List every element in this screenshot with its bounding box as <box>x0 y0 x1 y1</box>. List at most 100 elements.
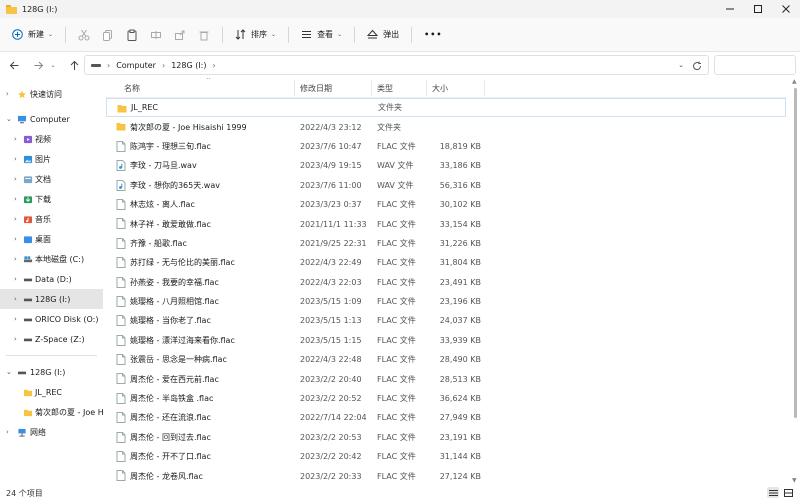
sidebar-item-data-d[interactable]: › Data (D:) <box>0 269 103 289</box>
column-header-size[interactable]: 大小 <box>432 83 448 94</box>
recent-locations-button[interactable]: ⌄ <box>48 55 58 75</box>
file-icon <box>116 218 126 230</box>
column-header-date[interactable]: 修改日期 <box>300 83 332 94</box>
file-row[interactable]: 周杰伦 - 开不了口.flac 2023/2/2 20:42 FLAC 文件 31,1… <box>106 447 786 466</box>
breadcrumb-drive[interactable]: 128G (I:) <box>171 61 206 70</box>
cut-button[interactable] <box>72 22 96 48</box>
file-name: 菊次郎の夏 - Joe Hisaishi 1999 <box>130 122 247 132</box>
file-row[interactable]: 孙燕姿 - 我要的幸福.flac 2022/4/3 22:03 FLAC 文件 23,… <box>106 273 786 292</box>
file-name: 周杰伦 - 龙卷风.flac <box>130 471 203 481</box>
search-input[interactable] <box>714 55 796 75</box>
eject-icon <box>367 29 379 39</box>
column-divider[interactable] <box>426 80 427 96</box>
file-row[interactable]: 周杰伦 - 还在流浪.flac 2022/7/14 22:04 FLAC 文件 27,… <box>106 408 786 427</box>
sidebar-item-label: 图片 <box>35 154 51 164</box>
file-row[interactable]: 姚璎格 - 漂洋过海来看你.flac 2023/5/15 1:15 FLAC 文件 3… <box>106 331 786 350</box>
file-row[interactable]: 菊次郎の夏 - Joe Hisaishi 1999 2022/4/3 23:12 文… <box>106 117 786 136</box>
sidebar-item-documents[interactable]: › 文档 <box>0 169 103 189</box>
sidebar-item-quick-access[interactable]: › 快速访问 <box>0 84 103 104</box>
column-header-name[interactable]: 名称 <box>124 83 140 94</box>
file-name: 周杰伦 - 回到过去.flac <box>130 432 211 442</box>
music-icon <box>23 215 33 223</box>
view-button[interactable]: 查看 ⌄ <box>295 22 348 48</box>
sort-button[interactable]: 排序 ⌄ <box>229 22 282 48</box>
file-row[interactable]: 林志炫 - 离人.flac 2023/3/23 0:37 FLAC 文件 30,102… <box>106 195 786 214</box>
sidebar-item-local-disk-c[interactable]: › 本地磁盘 (C:) <box>0 249 103 269</box>
details-view-button[interactable] <box>767 487 779 498</box>
file-row[interactable]: 林子祥 - 敢爱敢做.flac 2021/11/1 11:33 FLAC 文件 33,… <box>106 214 786 233</box>
vertical-scrollbar[interactable]: ▲ ▼ <box>792 78 798 484</box>
back-button[interactable] <box>4 55 24 75</box>
minimize-button[interactable] <box>716 0 744 18</box>
computer-icon <box>17 115 27 123</box>
file-name: 李玟 - 想你的365天.wav <box>130 180 220 190</box>
sidebar-item-downloads[interactable]: › 下载 <box>0 189 103 209</box>
sidebar-item-drive-128g[interactable]: ⌄ 128G (I:) <box>0 362 103 382</box>
sidebar-item-computer[interactable]: ⌄ Computer <box>0 109 103 129</box>
rename-button[interactable] <box>144 22 168 48</box>
column-divider[interactable] <box>371 80 372 96</box>
file-row[interactable]: 陈鸿宇 - 理想三旬.flac 2023/7/6 10:47 FLAC 文件 18,8… <box>106 137 786 156</box>
sidebar-item-videos[interactable]: › 视频 <box>0 129 103 149</box>
sidebar-item-128g-i[interactable]: › 128G (I:) <box>0 289 103 309</box>
refresh-button[interactable] <box>690 59 704 73</box>
tiles-view-button[interactable] <box>782 487 794 498</box>
delete-button[interactable] <box>192 22 216 48</box>
maximize-button[interactable] <box>744 0 772 18</box>
file-date: 2023/2/2 20:42 <box>300 452 362 462</box>
file-row[interactable]: 周杰伦 - 爱在西元前.flac 2023/2/2 20:40 FLAC 文件 28,… <box>106 369 786 388</box>
eject-button[interactable]: 弹出 <box>361 22 405 48</box>
file-row[interactable]: 张震岳 - 思念是一种病.flac 2022/4/3 22:48 FLAC 文件 28… <box>106 350 786 369</box>
scrollbar-thumb[interactable] <box>794 88 797 418</box>
column-header-type[interactable]: 类型 <box>377 83 393 94</box>
sidebar-item-orico-o[interactable]: › ORICO Disk (O:) <box>0 309 103 329</box>
more-options-button[interactable]: ••• <box>418 22 448 48</box>
file-row[interactable]: 齐豫 - 船歌.flac 2021/9/25 22:31 FLAC 文件 31,226… <box>106 234 786 253</box>
file-date: 2023/2/2 20:53 <box>300 432 362 442</box>
chevron-down-icon: ⌄ <box>337 31 343 38</box>
up-button[interactable] <box>64 55 84 75</box>
breadcrumb-computer[interactable]: Computer <box>116 61 156 70</box>
address-dropdown-button[interactable]: ⌄ <box>678 61 684 69</box>
file-size: 28,513 KB <box>439 374 481 384</box>
file-date: 2022/4/3 23:12 <box>300 122 362 132</box>
navigation-pane: › 快速访问 ⌄ Computer › 视频 › 图片 › 文档 › 下载 › … <box>0 84 103 484</box>
audio-file-icon <box>116 179 126 191</box>
toolbar-divider <box>222 26 224 43</box>
file-date: 2022/4/3 22:49 <box>300 258 362 268</box>
file-row[interactable]: 周杰伦 - 回到过去.flac 2023/2/2 20:53 FLAC 文件 23,1… <box>106 428 786 447</box>
file-date: 2023/3/23 0:37 <box>300 200 362 210</box>
sidebar-item-joe-hisaishi-folder[interactable]: 菊次郎の夏 - Joe Hisaishi 1999 <box>0 402 103 422</box>
new-button[interactable]: 新建 ⌄ <box>6 22 59 48</box>
scroll-up-icon[interactable]: ▲ <box>792 78 797 85</box>
file-row[interactable]: 苏打绿 - 无与伦比的美丽.flac 2022/4/3 22:49 FLAC 文件 3… <box>106 253 786 272</box>
file-row[interactable]: 姚璎格 - 八月照相馆.flac 2023/5/15 1:09 FLAC 文件 23,… <box>106 292 786 311</box>
sidebar-item-z-space[interactable]: › Z-Space (Z:) <box>0 329 103 349</box>
sidebar-item-desktop[interactable]: › 桌面 <box>0 229 103 249</box>
close-button[interactable] <box>772 0 800 18</box>
file-row[interactable]: 周杰伦 - 半岛铁盒 .flac 2023/2/2 20:52 FLAC 文件 36,… <box>106 389 786 408</box>
chevron-right-icon: › <box>14 135 17 143</box>
sidebar-item-music[interactable]: › 音乐 <box>0 209 103 229</box>
column-divider[interactable] <box>294 80 295 96</box>
sidebar-item-jl-rec[interactable]: JL_REC <box>0 382 103 402</box>
scroll-down-icon[interactable]: ▼ <box>792 477 797 484</box>
file-row[interactable]: 周杰伦 - 龙卷风.flac 2023/2/2 20:33 FLAC 文件 27,12… <box>106 466 786 484</box>
file-row[interactable]: 姚璎格 - 当你老了.flac 2023/5/15 1:13 FLAC 文件 24,0… <box>106 311 786 330</box>
paste-button[interactable] <box>120 22 144 48</box>
file-row[interactable]: 李玟 - 想你的365天.wav 2023/7/6 11:00 WAV 文件 56,3… <box>106 176 786 195</box>
file-row[interactable]: JL_REC 文件夹 <box>106 98 786 118</box>
sidebar-item-pictures[interactable]: › 图片 <box>0 149 103 169</box>
view-switcher <box>764 487 794 498</box>
sidebar-item-network[interactable]: › 网络 <box>0 422 103 442</box>
file-size: 33,939 KB <box>439 335 481 345</box>
chevron-right-icon: › <box>14 315 17 323</box>
file-name: 陈鸿宇 - 理想三旬.flac <box>130 141 211 151</box>
address-bar[interactable]: › Computer › 128G (I:) › ⌄ <box>84 55 709 75</box>
copy-button[interactable] <box>96 22 120 48</box>
column-divider[interactable] <box>484 80 485 96</box>
file-row[interactable]: 李玟 - 刀马旦.wav 2023/4/9 19:15 WAV 文件 33,186 K… <box>106 156 786 175</box>
forward-button[interactable] <box>28 55 48 75</box>
rename-icon <box>151 30 162 39</box>
share-button[interactable] <box>168 22 192 48</box>
